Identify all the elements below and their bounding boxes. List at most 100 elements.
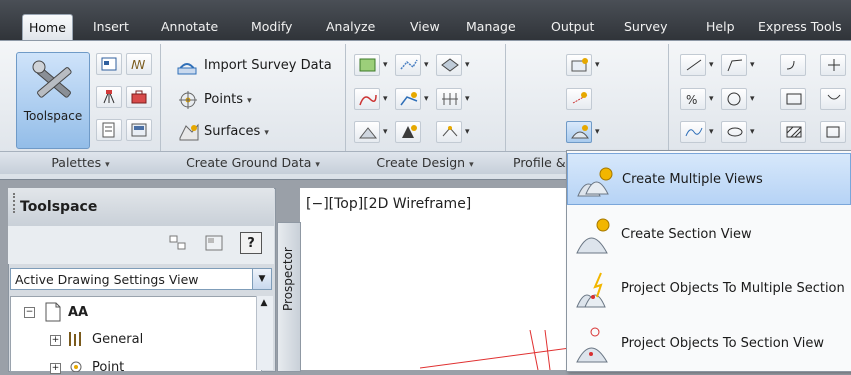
create-multiple-views-icon bbox=[577, 167, 613, 197]
ellipse-icon[interactable] bbox=[721, 121, 747, 143]
chevron-down-icon: ▾ bbox=[105, 160, 110, 170]
tab-modify[interactable]: Modify bbox=[245, 16, 298, 38]
scroll-up-icon[interactable]: ▲ bbox=[258, 298, 270, 312]
tree-item-point[interactable]: Point bbox=[92, 360, 124, 375]
chevron-down-icon[interactable]: ▾ bbox=[383, 94, 388, 104]
grading-icon[interactable] bbox=[436, 54, 462, 76]
menu-item-project-objects-to-multiple-section[interactable]: Project Objects To Multiple Section bbox=[567, 263, 851, 315]
surfaces-menu-button[interactable]: Surfaces ▾ bbox=[204, 124, 269, 139]
sample-lines-icon[interactable] bbox=[566, 88, 592, 110]
view-select[interactable]: Active Drawing Settings View ▼ bbox=[10, 268, 272, 290]
spline-icon[interactable] bbox=[680, 121, 706, 143]
chevron-down-icon[interactable]: ▾ bbox=[465, 94, 470, 104]
surfaces-icon bbox=[179, 123, 199, 141]
menu-item-create-section-view[interactable]: Create Section View bbox=[567, 209, 851, 261]
chevron-down-icon[interactable]: ▾ bbox=[595, 127, 600, 137]
menu-item-label: Project Objects To Multiple Section bbox=[621, 281, 845, 296]
chevron-down-icon[interactable]: ▾ bbox=[750, 60, 755, 70]
create-design-panel-footer[interactable]: Create Design ▾ bbox=[345, 151, 506, 174]
move-icon[interactable] bbox=[820, 54, 846, 76]
chevron-down-icon: ▾ bbox=[315, 160, 320, 170]
palette-toolbar bbox=[8, 226, 274, 264]
tab-express-tools[interactable]: Express Tools bbox=[752, 16, 848, 38]
general-folder-icon bbox=[69, 332, 81, 346]
survey-toggle-button[interactable] bbox=[96, 86, 122, 108]
item-view-icon[interactable] bbox=[168, 234, 188, 252]
svg-text:ꟿ: ꟿ bbox=[131, 58, 145, 72]
chevron-down-icon[interactable]: ▾ bbox=[424, 94, 429, 104]
tab-annotate[interactable]: Annotate bbox=[155, 16, 224, 38]
offset-icon[interactable] bbox=[820, 88, 846, 110]
feature-line-icon[interactable] bbox=[395, 54, 421, 76]
intersection-icon[interactable] bbox=[354, 121, 380, 143]
line-icon[interactable] bbox=[680, 54, 706, 76]
import-survey-data-button[interactable]: Import Survey Data bbox=[204, 58, 332, 73]
toolspace-button[interactable]: Toolspace bbox=[16, 52, 90, 149]
profile-view-icon[interactable] bbox=[566, 54, 592, 76]
chevron-down-icon[interactable]: ▾ bbox=[465, 60, 470, 70]
alignment-geometry bbox=[420, 330, 570, 370]
prospector-toggle-button[interactable] bbox=[96, 53, 122, 75]
chevron-down-icon[interactable]: ▾ bbox=[424, 60, 429, 70]
palettes-panel-footer[interactable]: Palettes ▾ bbox=[0, 151, 162, 174]
pipe-network-icon[interactable] bbox=[436, 121, 462, 143]
menu-item-create-multiple-views[interactable]: Create Multiple Views bbox=[567, 153, 851, 205]
tab-view[interactable]: View bbox=[404, 16, 446, 38]
list-view-icon[interactable] bbox=[204, 234, 224, 252]
hatch-icon[interactable] bbox=[780, 121, 806, 143]
toolspace-label: Toolspace bbox=[23, 109, 83, 123]
tab-output[interactable]: Output bbox=[545, 16, 600, 38]
create-ground-data-panel-footer[interactable]: Create Ground Data ▾ bbox=[161, 151, 346, 174]
ribbon-tab-bar: Home Insert Annotate Modify Analyze View… bbox=[0, 0, 851, 42]
tab-analyze[interactable]: Analyze bbox=[320, 16, 381, 38]
points-menu-button[interactable]: Points ▾ bbox=[204, 92, 252, 107]
chevron-down-icon[interactable]: ▾ bbox=[709, 60, 714, 70]
circle-icon[interactable] bbox=[721, 88, 747, 110]
section-views-button[interactable] bbox=[566, 121, 592, 143]
chevron-down-icon[interactable]: ▾ bbox=[595, 60, 600, 70]
points-icon bbox=[179, 91, 197, 109]
polyline-icon[interactable] bbox=[721, 54, 747, 76]
chevron-down-icon[interactable]: ▾ bbox=[750, 94, 755, 104]
parcel-icon[interactable] bbox=[354, 54, 380, 76]
fillet-icon[interactable] bbox=[780, 54, 806, 76]
svg-text:%: % bbox=[686, 93, 697, 107]
corridor-icon[interactable] bbox=[436, 88, 462, 110]
stretch-icon[interactable] bbox=[820, 121, 846, 143]
tab-insert[interactable]: Insert bbox=[87, 16, 135, 38]
menu-item-project-objects-to-section-view[interactable]: Project Objects To Section View bbox=[567, 318, 851, 370]
chevron-down-icon[interactable]: ▾ bbox=[750, 127, 755, 137]
grip-handle[interactable] bbox=[13, 193, 18, 213]
toolbox-toggle-button[interactable] bbox=[126, 86, 152, 108]
chevron-down-icon[interactable]: ▾ bbox=[709, 127, 714, 137]
tab-help[interactable]: Help bbox=[700, 16, 741, 38]
chevron-down-icon[interactable]: ▾ bbox=[383, 60, 388, 70]
menu-item-label: Create Multiple Views bbox=[622, 172, 763, 187]
tab-manage[interactable]: Manage bbox=[460, 16, 522, 38]
chevron-down-icon[interactable]: ▾ bbox=[383, 127, 388, 137]
rectangle-icon[interactable] bbox=[780, 88, 806, 110]
tab-survey[interactable]: Survey bbox=[618, 16, 673, 38]
properties-button[interactable] bbox=[96, 119, 122, 141]
chevron-down-icon[interactable]: ▾ bbox=[465, 127, 470, 137]
viewport-controls-label[interactable]: [−][Top][2D Wireframe] bbox=[306, 196, 471, 212]
tree-item-general[interactable]: General bbox=[92, 332, 143, 347]
settings-toggle-button[interactable]: ꟿ bbox=[126, 53, 152, 75]
expand-toggle-icon[interactable]: + bbox=[50, 363, 61, 374]
help-button[interactable]: ? bbox=[240, 232, 262, 254]
panorama-button[interactable] bbox=[126, 119, 152, 141]
chevron-down-icon[interactable]: ▾ bbox=[709, 94, 714, 104]
import-survey-icon bbox=[177, 63, 197, 75]
alignment-icon[interactable] bbox=[354, 88, 380, 110]
tree-item-drawing[interactable]: AA bbox=[68, 305, 88, 320]
point-divide-icon[interactable]: % bbox=[680, 88, 706, 110]
expand-toggle-icon[interactable]: + bbox=[50, 335, 61, 346]
tab-home[interactable]: Home bbox=[22, 14, 73, 41]
chevron-down-icon: ▾ bbox=[247, 96, 252, 106]
project-multiple-icon bbox=[576, 272, 606, 308]
assembly-icon[interactable] bbox=[395, 121, 421, 143]
profile-icon[interactable] bbox=[395, 88, 421, 110]
collapse-toggle-icon[interactable]: − bbox=[24, 307, 35, 318]
menu-item-label: Project Objects To Section View bbox=[621, 336, 824, 351]
chevron-down-icon[interactable]: ▼ bbox=[252, 269, 271, 289]
